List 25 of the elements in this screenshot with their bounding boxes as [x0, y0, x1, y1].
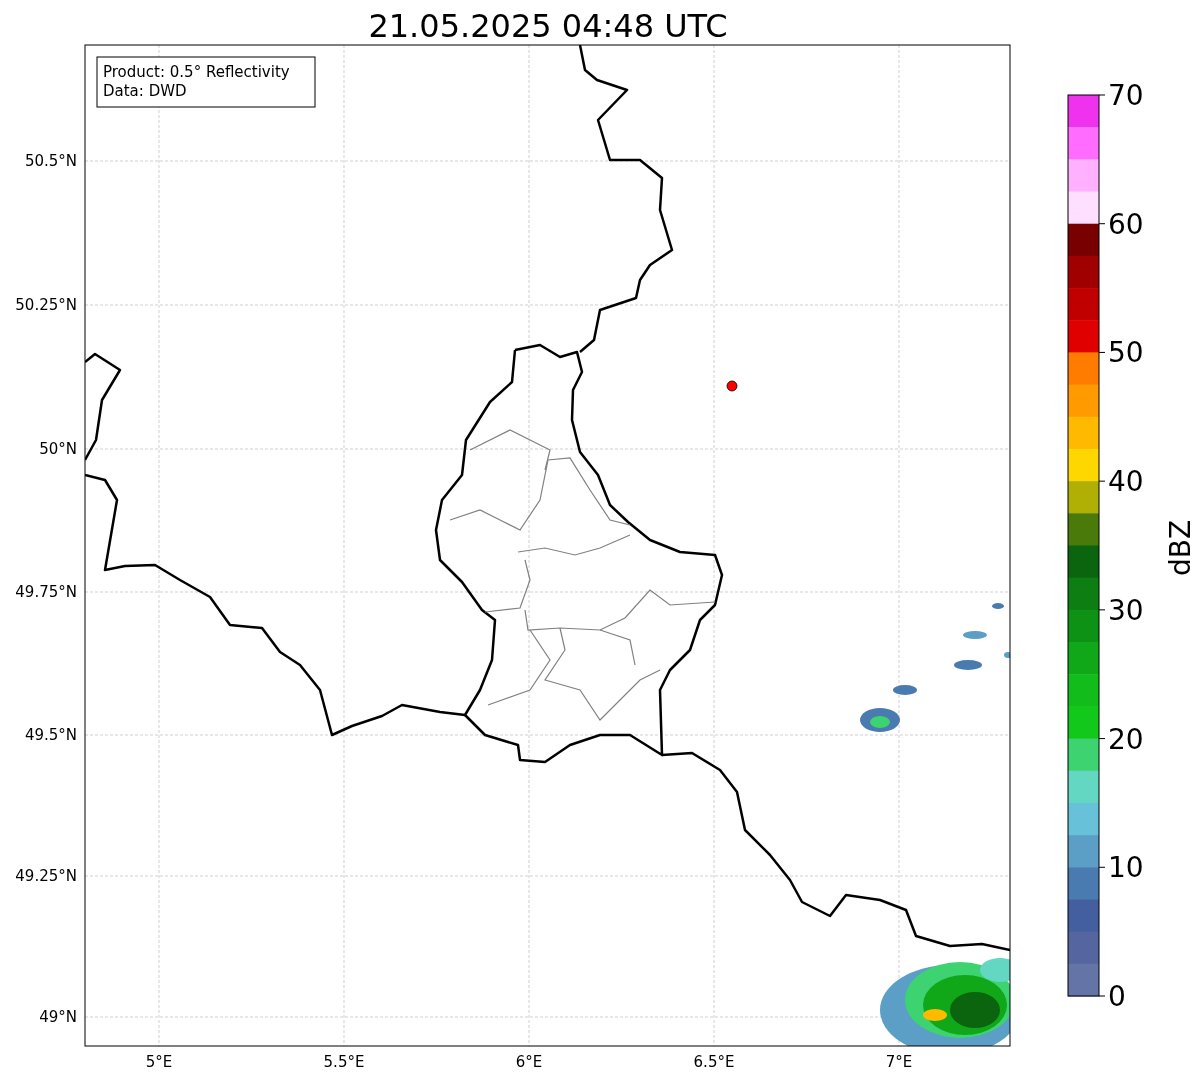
colorbar-label: dBZ — [1164, 519, 1197, 577]
longitude-label: 5°E — [145, 1053, 173, 1071]
info-text: Data: DWD — [103, 82, 187, 100]
longitude-label: 6.5°E — [693, 1053, 735, 1071]
latitude-label: 50°N — [39, 440, 77, 458]
chart-title: 21.05.2025 04:48 UTC — [368, 7, 728, 45]
latitude-label: 49.25°N — [15, 867, 77, 885]
colorbar-tick-label: 40 — [1108, 465, 1144, 499]
colorbar-tick-label: 50 — [1108, 336, 1144, 370]
latitude-label: 49.5°N — [24, 726, 77, 744]
latitude-label: 49°N — [39, 1008, 77, 1026]
colorbar-tick-label: 10 — [1108, 851, 1144, 885]
info-text: Product: 0.5° Reflectivity — [103, 63, 290, 81]
colorbar-tick-label: 0 — [1108, 980, 1126, 1013]
colorbar-tick-label: 30 — [1108, 593, 1144, 627]
radar-site-marker — [726, 380, 738, 392]
latitude-label: 50.5°N — [24, 152, 77, 170]
colorbar-tick-label: 70 — [1108, 79, 1144, 112]
latitude-label: 49.75°N — [15, 583, 77, 601]
longitude-label: 6°E — [515, 1053, 543, 1071]
longitude-label: 7°E — [885, 1053, 913, 1071]
colorbar-tick-label: 60 — [1108, 207, 1144, 241]
longitude-label: 5.5°E — [323, 1053, 365, 1071]
latitude-label: 50.25°N — [15, 296, 77, 314]
colorbar-tick-label: 20 — [1108, 722, 1144, 756]
